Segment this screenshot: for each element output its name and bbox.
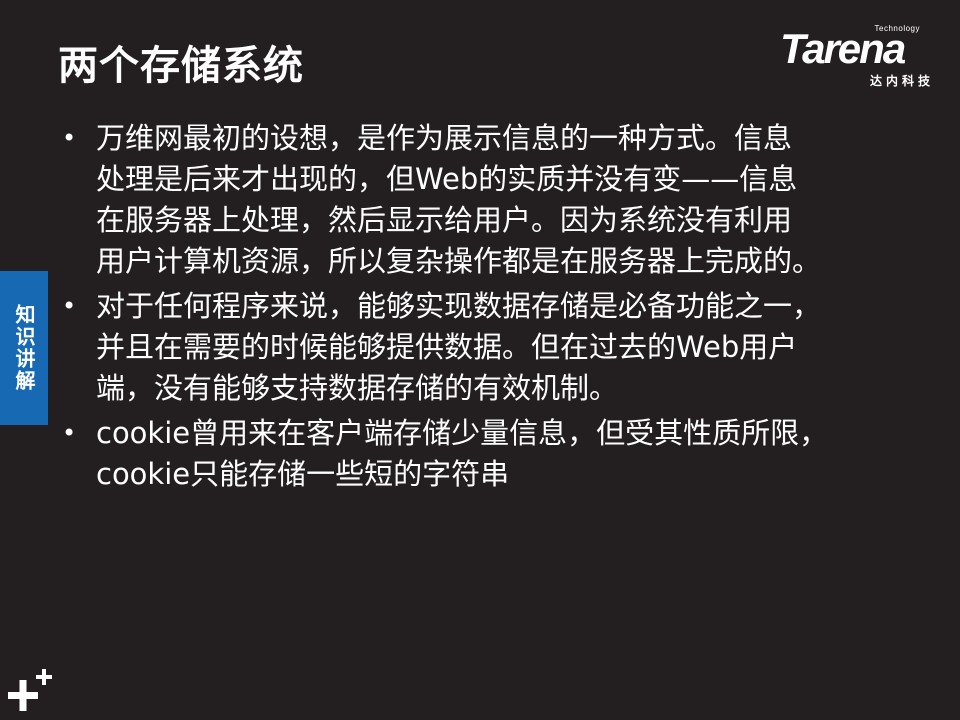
bullet-dot-icon: • [62,124,77,152]
bullet-dot-icon: • [62,419,77,447]
section-tab: 知识讲解 [0,271,48,425]
logo-chinese-name: 达内科技 [869,74,934,88]
bullet-text-line: 万维网最初的设想，是作为展示信息的一种方式。信息 [96,121,793,155]
bullet-text-line: 对于任何程序来说，能够实现数据存储是必备功能之一， [96,289,822,323]
tarena-logo: Technology Tarena 达内科技 [780,22,950,92]
bullet-dot-icon: • [62,292,77,320]
bullet-list: • 万维网最初的设想，是作为展示信息的一种方式。信息 处理是后来才出现的，但We… [60,118,910,499]
section-tab-label: 知识讲解 [12,304,36,392]
bullet-text-line: cookie只能存储一些短的字符串 [96,457,510,491]
bullet-text-line: 端，没有能够支持数据存储的有效机制。 [96,371,619,405]
bullet-text-line: cookie曾用来在客户端存储少量信息，但受其性质所限， [96,416,829,450]
bullet-text-line: 用户计算机资源，所以复杂操作都是在服务器上完成的。 [96,244,822,278]
logo-wordmark: Tarena [780,25,906,72]
slide: 两个存储系统 Technology Tarena 达内科技 知识讲解 • 万维网… [0,0,960,720]
bullet-item: • cookie曾用来在客户端存储少量信息，但受其性质所限， cookie只能存… [60,413,910,495]
bullet-text-line: 在服务器上处理，然后显示给用户。因为系统没有利用 [96,203,793,237]
bullet-text-line: 并且在需要的时候能够提供数据。但在过去的Web用户 [96,330,798,364]
bullet-item: • 对于任何程序来说，能够实现数据存储是必备功能之一， 并且在需要的时候能够提供… [60,286,910,409]
bullet-text-line: 处理是后来才出现的，但Web的实质并没有变——信息 [96,162,798,196]
slide-title: 两个存储系统 [58,43,304,89]
plus-icon [8,669,52,711]
bullet-item: • 万维网最初的设想，是作为展示信息的一种方式。信息 处理是后来才出现的，但We… [60,118,910,282]
